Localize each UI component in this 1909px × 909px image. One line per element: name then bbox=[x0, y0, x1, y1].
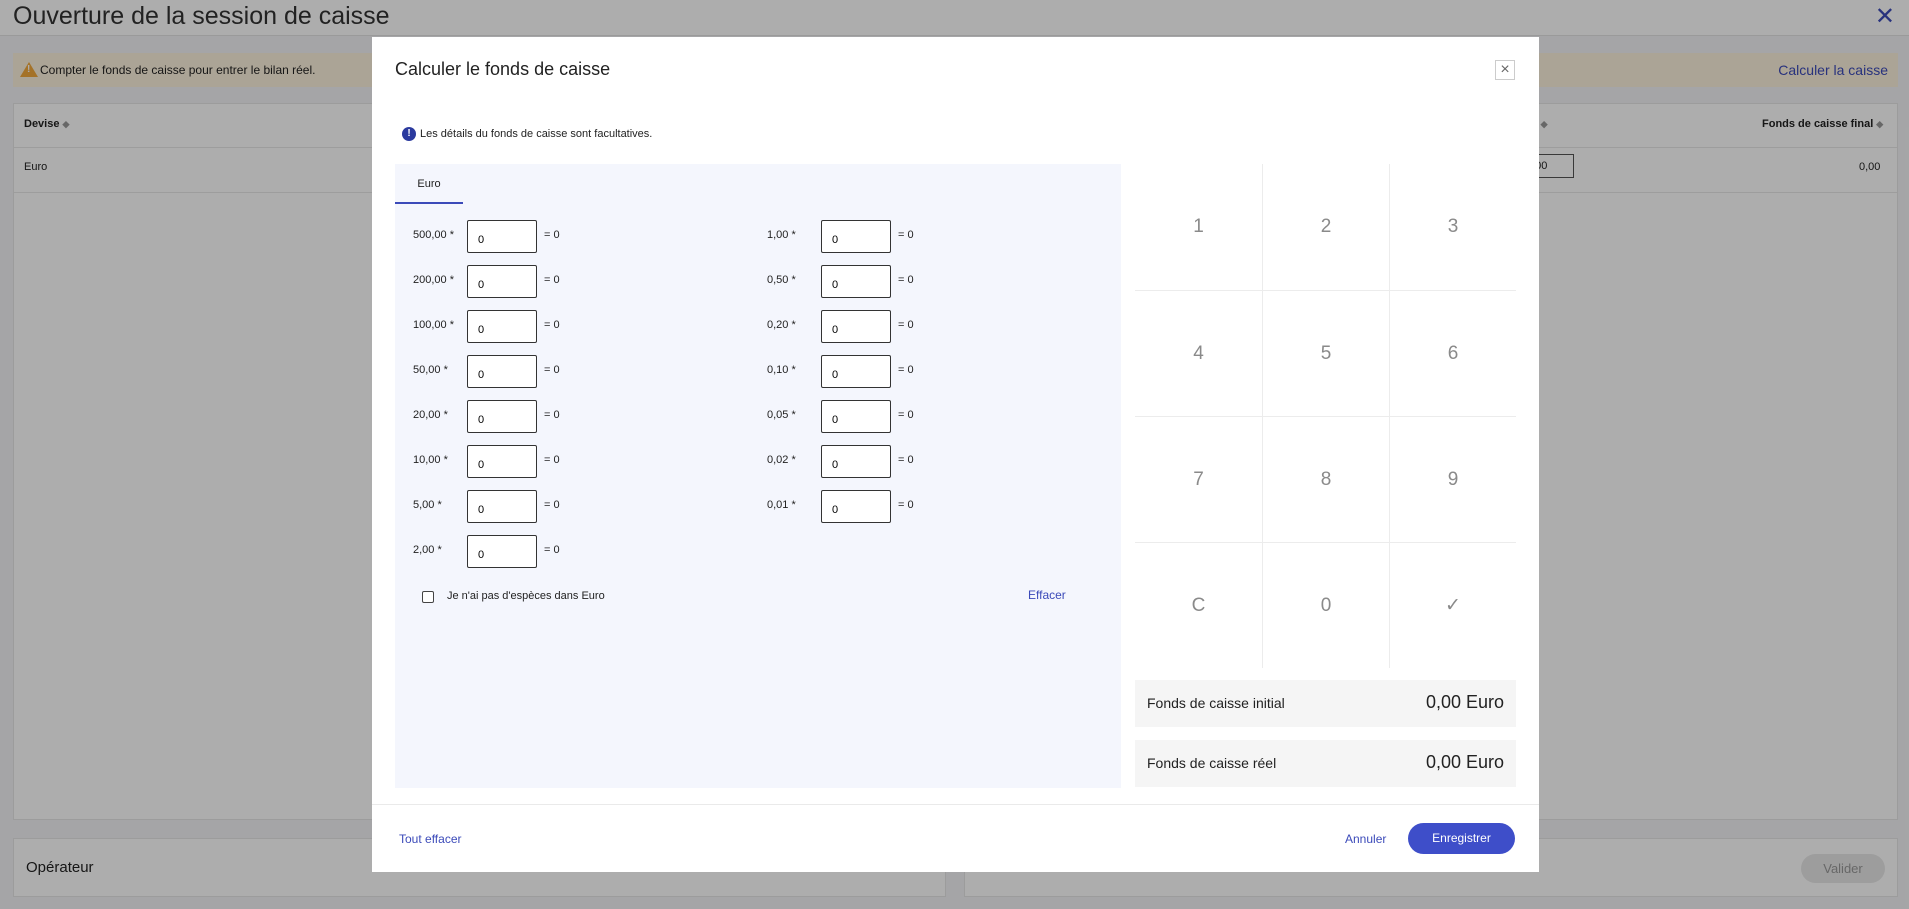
denomination-label: 100,00 * bbox=[413, 319, 454, 331]
denomination-label: 5,00 * bbox=[413, 499, 442, 511]
denomination-total: = 0 bbox=[544, 229, 560, 241]
denomination-input[interactable] bbox=[467, 310, 537, 343]
denomination-input[interactable] bbox=[467, 535, 537, 568]
initial-fund-value: 0,00 Euro bbox=[1425, 692, 1504, 712]
keypad-clear-key[interactable]: C bbox=[1135, 542, 1262, 668]
denomination-total: = 0 bbox=[898, 319, 914, 331]
cancel-button[interactable]: Annuler bbox=[1345, 832, 1386, 846]
info-icon: ! bbox=[402, 127, 416, 141]
denomination-total: = 0 bbox=[544, 319, 560, 331]
effacer-link[interactable]: Effacer bbox=[1028, 588, 1066, 602]
denomination-total: = 0 bbox=[544, 454, 560, 466]
denomination-input[interactable] bbox=[467, 445, 537, 478]
denomination-total: = 0 bbox=[544, 274, 560, 286]
denomination-total: = 0 bbox=[544, 544, 560, 556]
tab-euro[interactable]: Euro bbox=[395, 164, 463, 204]
denomination-label: 200,00 * bbox=[413, 274, 454, 286]
keypad-key-3[interactable]: 3 bbox=[1389, 164, 1516, 290]
denomination-total: = 0 bbox=[898, 499, 914, 511]
denomination-label: 0,05 * bbox=[767, 409, 796, 421]
real-fund-value: 0,00 Euro bbox=[1425, 752, 1504, 772]
keypad-key-6[interactable]: 6 bbox=[1389, 290, 1516, 416]
denomination-input[interactable] bbox=[821, 490, 891, 523]
denomination-input[interactable] bbox=[467, 265, 537, 298]
keypad-key-9[interactable]: 9 bbox=[1389, 416, 1516, 542]
denomination-input[interactable] bbox=[821, 445, 891, 478]
denomination-input[interactable] bbox=[467, 490, 537, 523]
denomination-input[interactable] bbox=[821, 310, 891, 343]
keypad-key-1[interactable]: 1 bbox=[1135, 164, 1262, 290]
keypad-key-0[interactable]: 0 bbox=[1262, 542, 1389, 668]
denomination-total: = 0 bbox=[544, 409, 560, 421]
initial-fund-summary: Fonds de caisse initial 0,00 Euro bbox=[1135, 680, 1516, 727]
denomination-label: 1,00 * bbox=[767, 229, 796, 241]
denomination-input[interactable] bbox=[821, 220, 891, 253]
initial-fund-label: Fonds de caisse initial bbox=[1147, 695, 1285, 711]
denomination-label: 2,00 * bbox=[413, 544, 442, 556]
denomination-label: 0,01 * bbox=[767, 499, 796, 511]
keypad-key-7[interactable]: 7 bbox=[1135, 416, 1262, 542]
denomination-label: 500,00 * bbox=[413, 229, 454, 241]
denomination-input[interactable] bbox=[467, 355, 537, 388]
numeric-keypad: 1 2 3 4 5 6 7 8 9 C 0 ✓ bbox=[1135, 164, 1516, 669]
save-button[interactable]: Enregistrer bbox=[1408, 823, 1515, 854]
denomination-label: 0,20 * bbox=[767, 319, 796, 331]
denomination-label: 0,02 * bbox=[767, 454, 796, 466]
info-message: ! Les détails du fonds de caisse sont fac… bbox=[402, 127, 652, 141]
keypad-key-4[interactable]: 4 bbox=[1135, 290, 1262, 416]
keypad-key-5[interactable]: 5 bbox=[1262, 290, 1389, 416]
real-fund-summary: Fonds de caisse réel 0,00 Euro bbox=[1135, 740, 1516, 787]
denomination-label: 0,50 * bbox=[767, 274, 796, 286]
no-cash-label: Je n'ai pas d'espèces dans Euro bbox=[447, 590, 605, 602]
denomination-label: 50,00 * bbox=[413, 364, 448, 376]
info-text: Les détails du fonds de caisse sont facu… bbox=[420, 127, 653, 140]
close-icon[interactable]: × bbox=[1495, 60, 1515, 80]
denomination-total: = 0 bbox=[898, 229, 914, 241]
denomination-total: = 0 bbox=[544, 364, 560, 376]
denomination-total: = 0 bbox=[898, 454, 914, 466]
real-fund-label: Fonds de caisse réel bbox=[1147, 755, 1277, 771]
denomination-label: 20,00 * bbox=[413, 409, 448, 421]
denomination-total: = 0 bbox=[544, 499, 560, 511]
cash-fund-modal: Calculer le fonds de caisse × ! Les détai… bbox=[372, 37, 1539, 872]
denomination-input[interactable] bbox=[821, 265, 891, 298]
denomination-input[interactable] bbox=[467, 220, 537, 253]
denomination-total: = 0 bbox=[898, 409, 914, 421]
denomination-input[interactable] bbox=[821, 400, 891, 433]
denomination-total: = 0 bbox=[898, 274, 914, 286]
modal-title: Calculer le fonds de caisse bbox=[395, 59, 611, 79]
denomination-total: = 0 bbox=[898, 364, 914, 376]
denomination-label: 0,10 * bbox=[767, 364, 796, 376]
check-icon[interactable]: ✓ bbox=[1389, 542, 1516, 668]
denomination-input[interactable] bbox=[467, 400, 537, 433]
no-cash-checkbox[interactable] bbox=[422, 591, 434, 603]
denomination-input[interactable] bbox=[821, 355, 891, 388]
keypad-key-2[interactable]: 2 bbox=[1262, 164, 1389, 290]
divider bbox=[372, 804, 1539, 805]
denomination-panel: Euro 500,00 * = 0 200,00 * = 0 100,00 * … bbox=[395, 164, 1121, 788]
denomination-label: 10,00 * bbox=[413, 454, 448, 466]
clear-all-button[interactable]: Tout effacer bbox=[399, 832, 461, 846]
keypad-key-8[interactable]: 8 bbox=[1262, 416, 1389, 542]
